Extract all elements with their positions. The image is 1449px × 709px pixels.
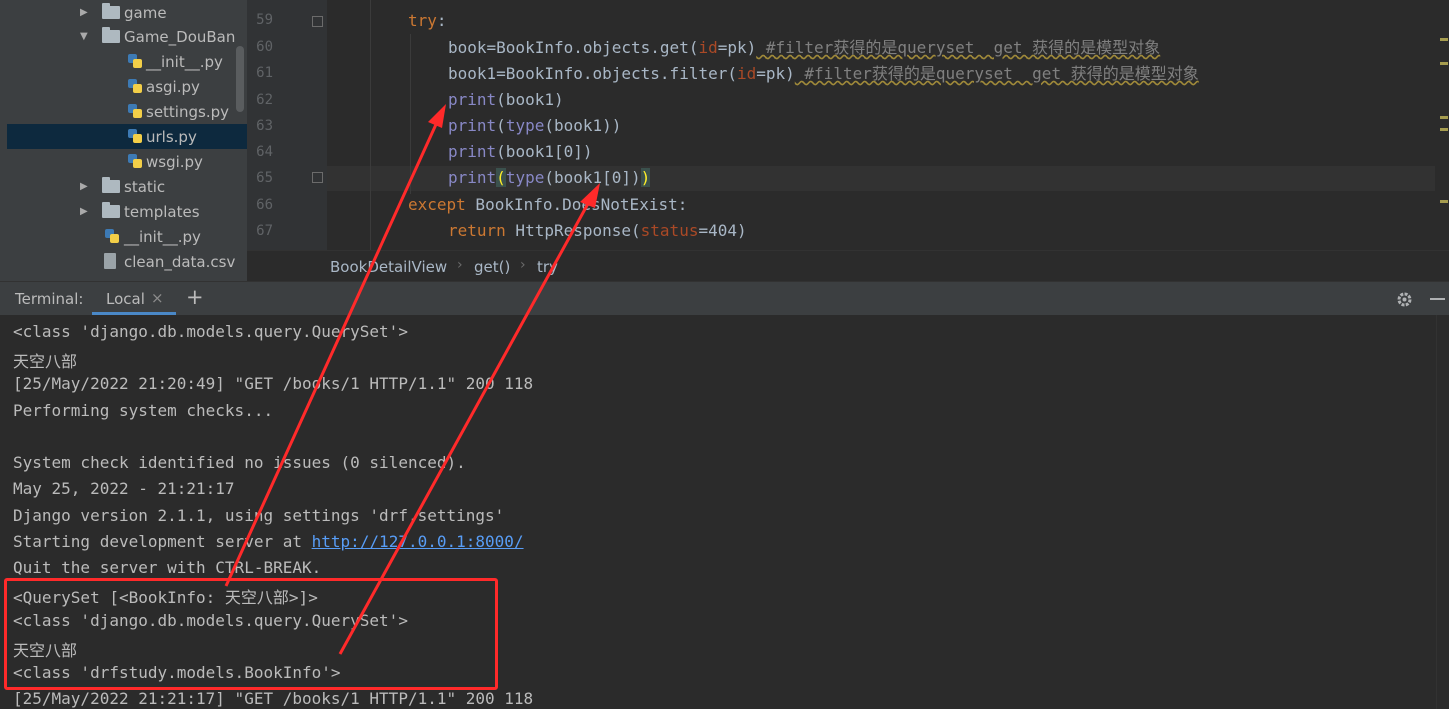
annotation-arrow-line	[224, 119, 440, 587]
annotation-arrow-line	[338, 199, 592, 655]
annotation-arrowhead	[428, 104, 446, 128]
annotation-arrows	[224, 104, 600, 655]
annotation-arrowhead	[580, 183, 600, 208]
